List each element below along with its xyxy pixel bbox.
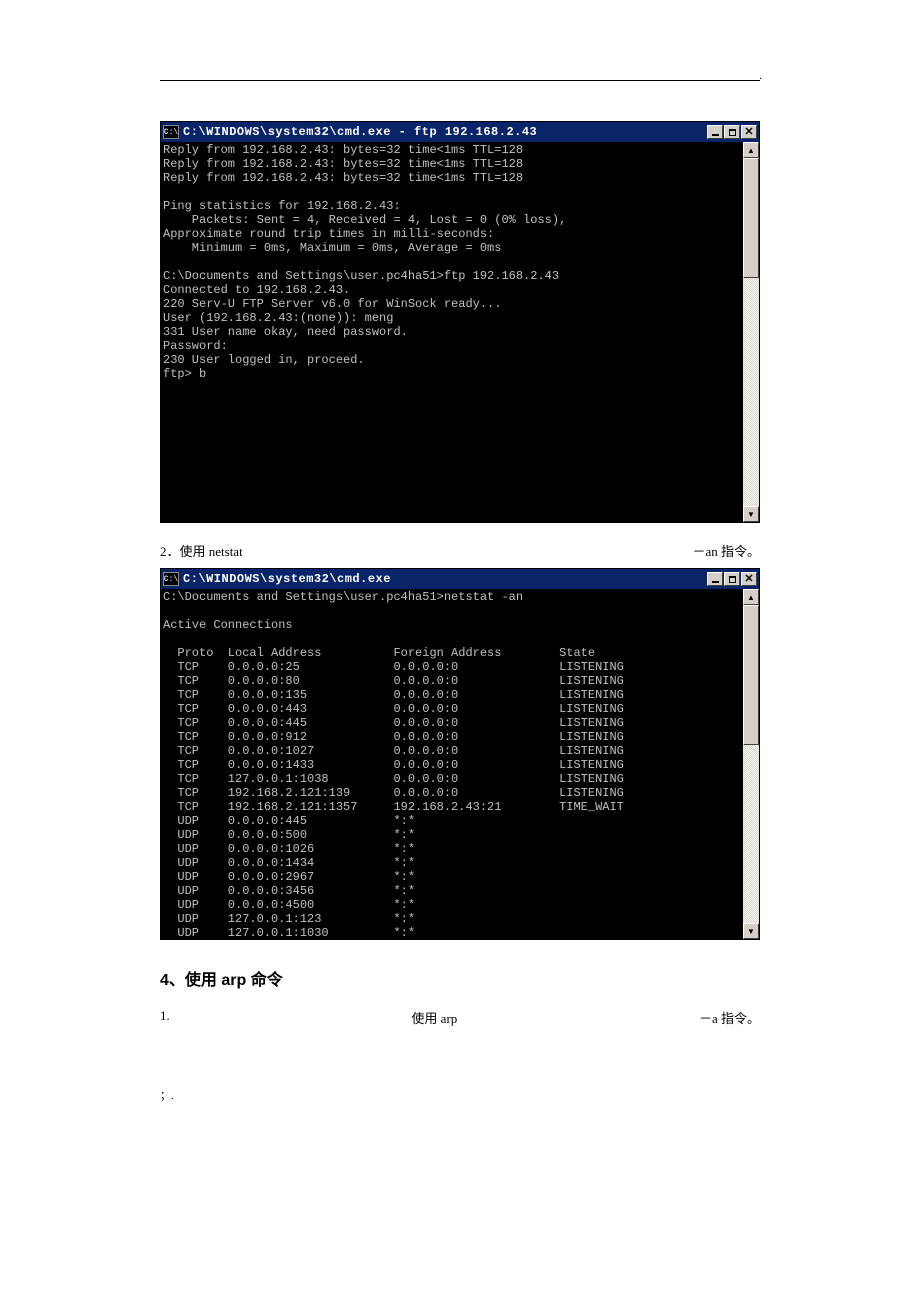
step2-text: 2．使用 netstat －an 指令。 bbox=[160, 541, 760, 560]
step4-1-text: 1. 使用 arp －a 指令。 bbox=[160, 1008, 760, 1027]
scroll-down-button[interactable]: ▼ bbox=[743, 506, 759, 522]
cmd-icon: C:\ bbox=[163, 572, 179, 586]
step4-1-right: －a 指令。 bbox=[699, 1008, 760, 1027]
scroll-track[interactable] bbox=[743, 158, 759, 506]
titlebar: C:\ C:\WINDOWS\system32\cmd.exe ✕ bbox=[161, 569, 759, 589]
section-4-heading: 4、使用 arp 命令 bbox=[160, 966, 760, 990]
page-header-dot: . bbox=[759, 70, 762, 82]
step2-left: 2．使用 netstat bbox=[160, 541, 243, 560]
cmd-window-ftp: C:\ C:\WINDOWS\system32\cmd.exe - ftp 19… bbox=[160, 121, 760, 523]
footer-mark: ；. bbox=[160, 1087, 760, 1103]
close-button[interactable]: ✕ bbox=[741, 125, 757, 139]
scroll-thumb[interactable] bbox=[743, 605, 759, 745]
scrollbar[interactable]: ▲ ▼ bbox=[743, 589, 759, 939]
minimize-button[interactable] bbox=[707, 572, 723, 586]
window-title: C:\WINDOWS\system32\cmd.exe bbox=[183, 572, 707, 586]
window-title: C:\WINDOWS\system32\cmd.exe - ftp 192.16… bbox=[183, 125, 707, 139]
maximize-button[interactable] bbox=[724, 572, 740, 586]
scrollbar[interactable]: ▲ ▼ bbox=[743, 142, 759, 522]
console-output[interactable]: Reply from 192.168.2.43: bytes=32 time<1… bbox=[161, 142, 743, 522]
scroll-up-button[interactable]: ▲ bbox=[743, 142, 759, 158]
maximize-button[interactable] bbox=[724, 125, 740, 139]
scroll-thumb[interactable] bbox=[743, 158, 759, 278]
step4-1-mid: 使用 arp bbox=[411, 1008, 457, 1027]
console-body: Reply from 192.168.2.43: bytes=32 time<1… bbox=[161, 142, 759, 522]
window-controls: ✕ bbox=[707, 572, 757, 586]
step4-1-left: 1. bbox=[160, 1008, 170, 1027]
cmd-icon: C:\ bbox=[163, 125, 179, 139]
page-header-rule: . bbox=[160, 80, 760, 81]
console-output[interactable]: C:\Documents and Settings\user.pc4ha51>n… bbox=[161, 589, 743, 939]
scroll-up-button[interactable]: ▲ bbox=[743, 589, 759, 605]
console-body: C:\Documents and Settings\user.pc4ha51>n… bbox=[161, 589, 759, 939]
close-button[interactable]: ✕ bbox=[741, 572, 757, 586]
scroll-track[interactable] bbox=[743, 605, 759, 923]
minimize-button[interactable] bbox=[707, 125, 723, 139]
scroll-down-button[interactable]: ▼ bbox=[743, 923, 759, 939]
titlebar: C:\ C:\WINDOWS\system32\cmd.exe - ftp 19… bbox=[161, 122, 759, 142]
cmd-window-netstat: C:\ C:\WINDOWS\system32\cmd.exe ✕ C:\Doc… bbox=[160, 568, 760, 940]
step2-right: －an 指令。 bbox=[692, 541, 760, 560]
window-controls: ✕ bbox=[707, 125, 757, 139]
